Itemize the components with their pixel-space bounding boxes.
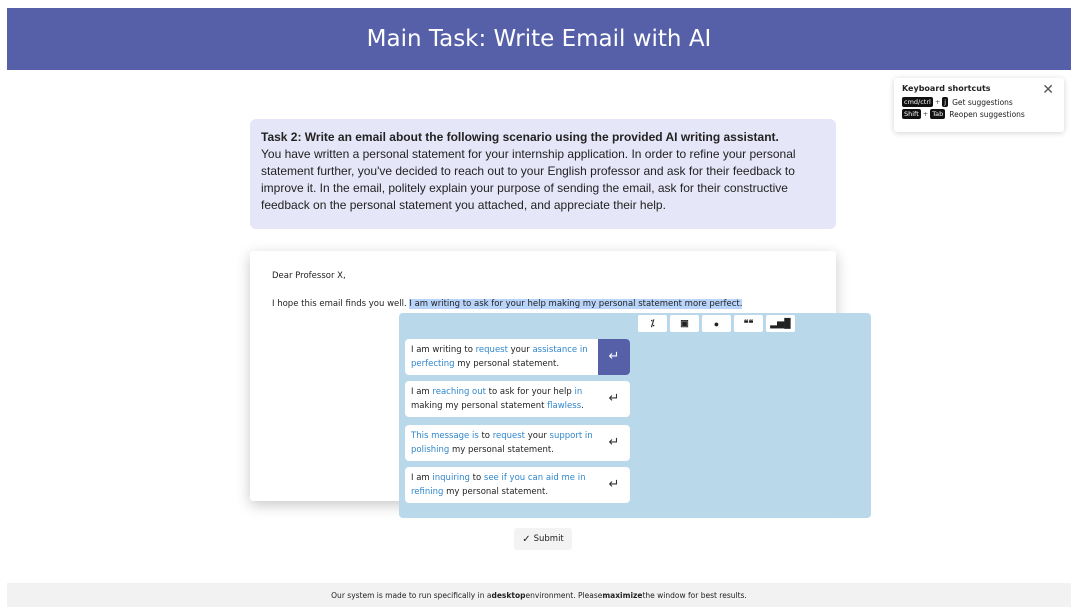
suggestion-toolbar: ⁒ ▣ ● ❝❝ ▂▅█: [638, 315, 795, 332]
suggestion-segment: to: [478, 431, 493, 441]
percent-icon[interactable]: ⁒: [638, 315, 667, 332]
footer-emphasis: maximize: [602, 590, 643, 600]
suggestion-highlight: in: [574, 387, 583, 397]
suggestion-segment: your: [507, 345, 533, 355]
suggestion-highlight: reaching out: [432, 387, 486, 397]
check-icon: ✓: [522, 533, 531, 545]
task-body: You have written a personal statement fo…: [261, 147, 796, 212]
footer-emphasis: desktop: [491, 590, 526, 600]
shortcut-label: Get suggestions: [952, 97, 1013, 107]
shortcut-row-get-suggestions: cmd/ctrl + j Get suggestions: [902, 97, 1056, 107]
suggestion-text: I am writing to request your assistance …: [411, 343, 596, 371]
id-card-icon[interactable]: ▣: [670, 315, 699, 332]
suggestion-segment: I am: [411, 387, 433, 397]
suggestion-card[interactable]: I am reaching out to ask for your help i…: [405, 381, 630, 417]
shortcut-label: Reopen suggestions: [949, 109, 1025, 119]
suggestion-segment: I am: [411, 473, 433, 483]
keyboard-shortcuts-panel: Keyboard shortcuts ✕ cmd/ctrl + j Get su…: [894, 78, 1064, 132]
suggestion-segment: to: [469, 473, 484, 483]
shortcut-row-reopen-suggestions: Shift + Tab Reopen suggestions: [902, 109, 1056, 119]
footer-text: Our system is made to run specifically i…: [331, 590, 492, 600]
suggestion-segment: my personal statement.: [443, 487, 549, 497]
email-greeting: Dear Professor X,: [272, 271, 346, 281]
suggestion-segment: I am writing to: [411, 345, 476, 355]
footer-text: the window for best results.: [642, 590, 747, 600]
suggestion-segment: making my personal statement: [411, 401, 548, 411]
email-line: I hope this email finds you well. I am w…: [272, 299, 814, 309]
selected-text: I am writing to ask for your help making…: [409, 299, 743, 309]
suggestion-highlight: request: [492, 431, 526, 441]
task-title: Task 2: Write an email about the followi…: [261, 130, 779, 144]
suggestion-segment: my personal statement.: [449, 445, 554, 455]
suggestion-text: I am inquiring to see if you can aid me …: [411, 471, 596, 499]
suggestion-segment: your: [525, 431, 550, 441]
enter-icon[interactable]: ↵: [598, 381, 630, 417]
suggestion-segment: to ask for your help: [485, 387, 575, 397]
bar-chart-icon[interactable]: ▂▅█: [766, 315, 795, 332]
plus-sign: +: [934, 98, 941, 106]
submit-label: Submit: [533, 534, 564, 544]
key-j: j: [942, 97, 949, 107]
submit-button[interactable]: ✓ Submit: [514, 528, 572, 550]
plus-sign: +: [922, 110, 929, 118]
shortcuts-title: Keyboard shortcuts: [902, 84, 991, 93]
key-tab: Tab: [930, 109, 946, 119]
suggestion-card[interactable]: This message is to request your support …: [405, 425, 630, 461]
footer-notice: Our system is made to run specifically i…: [7, 583, 1071, 607]
key-shift: Shift: [902, 109, 921, 119]
suggestion-highlight: inquiring: [432, 473, 470, 483]
key-cmd-ctrl: cmd/ctrl: [902, 97, 933, 107]
suggestion-panel: ⁒ ▣ ● ❝❝ ▂▅█ I am writing to request you…: [399, 313, 871, 518]
suggestion-card[interactable]: I am writing to request your assistance …: [405, 339, 630, 375]
suggestion-card[interactable]: I am inquiring to see if you can aid me …: [405, 467, 630, 503]
suggestion-segment: my personal statement.: [454, 359, 560, 369]
suggestion-text: I am reaching out to ask for your help i…: [411, 385, 596, 413]
suggestion-highlight: flawless: [547, 401, 582, 411]
task-description: Task 2: Write an email about the followi…: [250, 119, 836, 229]
suggestion-segment: .: [581, 401, 584, 411]
enter-icon[interactable]: ↵: [598, 339, 630, 375]
enter-icon[interactable]: ↵: [598, 425, 630, 461]
enter-icon[interactable]: ↵: [598, 467, 630, 503]
suggestion-highlight: request: [475, 345, 508, 355]
page-title: Main Task: Write Email with AI: [366, 26, 712, 52]
suggestion-highlight: This message is: [411, 431, 479, 441]
comment-icon[interactable]: ●: [702, 315, 731, 332]
footer-text: environment. Please: [525, 590, 603, 600]
email-text: I hope this email finds you well.: [272, 299, 410, 309]
close-icon[interactable]: ✕: [1042, 82, 1054, 98]
page-header: Main Task: Write Email with AI: [7, 8, 1071, 70]
suggestion-text: This message is to request your support …: [411, 429, 596, 457]
quote-icon[interactable]: ❝❝: [734, 315, 763, 332]
